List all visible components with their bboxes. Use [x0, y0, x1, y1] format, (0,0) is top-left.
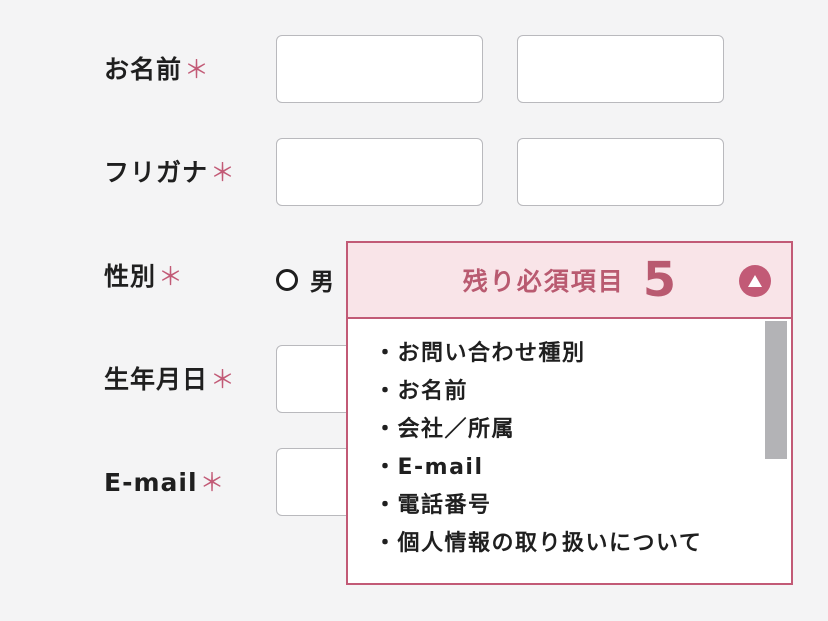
last-name-kana-input[interactable] — [276, 138, 483, 206]
list-item[interactable]: ・電話番号 — [374, 487, 702, 525]
list-item[interactable]: ・会社／所属 — [374, 411, 702, 449]
list-item[interactable]: ・お名前 — [374, 373, 702, 411]
gender-option-label: 男 — [310, 268, 334, 296]
remaining-items-list: ・お問い合わせ種別 ・お名前 ・会社／所属 ・E-mail ・電話番号 ・個人情… — [374, 335, 702, 563]
email-label-text: E-mail — [104, 468, 198, 497]
required-mark: ＊ — [184, 55, 211, 84]
email-label: E-mail＊ — [104, 468, 226, 498]
first-name-kana-input[interactable] — [517, 138, 724, 206]
last-name-input[interactable] — [276, 35, 483, 103]
scrollbar-thumb[interactable] — [765, 321, 787, 459]
first-name-input[interactable] — [517, 35, 724, 103]
remaining-count: 5 — [642, 252, 677, 308]
name-label-text: お名前 — [104, 55, 183, 84]
name-label: お名前＊ — [104, 55, 210, 85]
triangle-up-icon — [748, 275, 762, 287]
birthdate-label-text: 生年月日 — [104, 365, 209, 394]
gender-radio-male[interactable]: 男 — [276, 262, 334, 297]
panel-scrollbar[interactable] — [765, 321, 787, 583]
birthdate-label: 生年月日＊ — [104, 365, 236, 395]
panel-title: 残り必須項目 — [462, 267, 625, 296]
radio-circle-icon[interactable] — [276, 268, 298, 291]
list-item[interactable]: ・E-mail — [374, 449, 702, 487]
required-mark: ＊ — [158, 262, 185, 291]
required-mark: ＊ — [199, 468, 226, 497]
furigana-label: フリガナ＊ — [104, 158, 236, 188]
contact-form-page: お名前＊ フリガナ＊ 性別＊ 男 生年月日＊ E-mail＊ 残り必須項目 5 — [0, 0, 828, 621]
gender-label-text: 性別 — [104, 262, 157, 291]
furigana-label-text: フリガナ — [104, 158, 209, 187]
panel-header[interactable]: 残り必須項目 5 — [348, 243, 791, 319]
collapse-toggle-button[interactable] — [739, 265, 771, 297]
remaining-required-panel: 残り必須項目 5 ・お問い合わせ種別 ・お名前 ・会社／所属 ・E-mail ・… — [346, 241, 793, 585]
list-item[interactable]: ・個人情報の取り扱いについて — [374, 525, 702, 563]
gender-label: 性別＊ — [104, 262, 184, 292]
required-mark: ＊ — [210, 365, 237, 394]
list-item[interactable]: ・お問い合わせ種別 — [374, 335, 702, 373]
required-mark: ＊ — [210, 158, 237, 187]
